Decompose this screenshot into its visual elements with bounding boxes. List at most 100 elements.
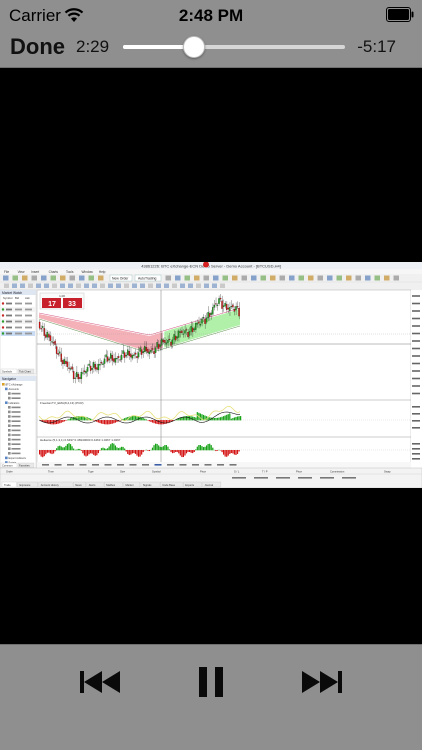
histogram-bar bbox=[162, 446, 164, 451]
next-track-button[interactable] bbox=[300, 663, 344, 703]
candle-body bbox=[164, 340, 166, 343]
toolbar-tool-icon bbox=[308, 275, 314, 281]
histogram-bar bbox=[181, 450, 183, 458]
histogram-bar bbox=[111, 443, 113, 451]
navigator-item-label: Indicators bbox=[9, 402, 21, 405]
remaining-time: -5:17 bbox=[357, 37, 396, 56]
indicator-bar bbox=[164, 420, 166, 425]
candle-body bbox=[99, 364, 101, 366]
indicator-1-label: FreedomTV_EMA(8,2,13) (PCR) bbox=[40, 401, 84, 405]
market-watch-row-icon bbox=[1, 314, 5, 317]
market-watch-row-icon bbox=[1, 308, 5, 311]
terminal-tab-label: News bbox=[75, 483, 82, 487]
platform-menu-item: Charts bbox=[49, 270, 59, 274]
done-button[interactable]: Done bbox=[10, 34, 65, 60]
pause-button[interactable] bbox=[197, 663, 225, 703]
histogram-bar bbox=[170, 450, 172, 453]
playback-scrubber[interactable] bbox=[123, 36, 345, 58]
histogram-bar bbox=[120, 446, 123, 451]
histogram-bar bbox=[124, 448, 126, 451]
market-watch-bid bbox=[15, 308, 22, 311]
candle-body bbox=[199, 324, 202, 326]
candle-body bbox=[77, 373, 79, 380]
candle-body bbox=[145, 347, 148, 352]
indicator-bar bbox=[105, 420, 107, 425]
terminal-column-header: Size bbox=[120, 470, 126, 474]
candle-body bbox=[225, 303, 228, 310]
toolbar-tool-icon bbox=[346, 275, 352, 281]
indicator-bar bbox=[100, 420, 103, 424]
buy-price: 33 bbox=[68, 301, 76, 308]
toolbar-tool-icon bbox=[164, 283, 169, 288]
previous-track-button[interactable] bbox=[78, 663, 122, 703]
histogram-bar bbox=[145, 449, 147, 451]
histogram-bar bbox=[159, 446, 161, 451]
navigator-item-label: Accounts bbox=[9, 388, 20, 391]
scrubber-thumb[interactable] bbox=[183, 36, 206, 58]
indicator-bar bbox=[229, 413, 231, 421]
toolbar-tool-icon bbox=[156, 283, 161, 288]
navigator-item-icon bbox=[5, 387, 8, 391]
indicator-bar bbox=[240, 416, 242, 421]
market-watch-ask bbox=[25, 332, 32, 335]
price-axis-tick bbox=[412, 377, 420, 380]
histogram-bar bbox=[207, 443, 209, 451]
histogram-bar bbox=[102, 447, 104, 451]
price-axis-tick bbox=[412, 340, 420, 342]
time-axis-tick bbox=[117, 464, 124, 466]
trading-platform-screen: 43861226: BTC eXchange-ECN Demo Server -… bbox=[0, 262, 422, 488]
candle-body bbox=[68, 367, 70, 369]
candle-body bbox=[179, 331, 182, 333]
price-axis-tick bbox=[412, 458, 420, 460]
candle-body bbox=[71, 366, 73, 370]
candle-body bbox=[130, 353, 132, 358]
candle-body bbox=[94, 364, 96, 370]
histogram-bar bbox=[136, 450, 138, 456]
terminal-tab-label: Trade bbox=[4, 483, 11, 487]
navigator-item-label bbox=[11, 392, 21, 395]
histogram-bar bbox=[128, 450, 130, 456]
candle-body bbox=[213, 304, 216, 308]
candle-body bbox=[122, 350, 124, 354]
candle-body bbox=[100, 362, 103, 364]
market-watch-symbol bbox=[6, 302, 12, 305]
histogram-bar bbox=[39, 450, 41, 455]
terminal-column-header: S / L bbox=[234, 470, 240, 474]
terminal-tab-label: Exposure bbox=[20, 483, 32, 487]
candle-body bbox=[150, 349, 152, 352]
toolbar-tool-icon bbox=[251, 275, 257, 281]
indicator-bar bbox=[151, 420, 154, 423]
price-axis-tick bbox=[412, 385, 420, 387]
candle-body bbox=[125, 354, 127, 357]
terminal-balance-value bbox=[298, 477, 312, 479]
candle-body bbox=[216, 304, 219, 306]
candle-body bbox=[204, 318, 206, 324]
histogram-bar bbox=[226, 450, 228, 457]
histogram-bar bbox=[71, 446, 73, 451]
indicator-bar bbox=[219, 417, 222, 421]
candle-body bbox=[93, 362, 95, 368]
market-watch-bid bbox=[15, 326, 22, 329]
histogram-bar bbox=[74, 449, 76, 451]
histogram-bar bbox=[48, 450, 50, 453]
candle-body bbox=[133, 354, 135, 356]
platform-menu-item: Window bbox=[82, 270, 94, 274]
candle-body bbox=[207, 312, 209, 319]
histogram-bar bbox=[130, 450, 132, 455]
toolbar-tool-icon bbox=[41, 275, 47, 281]
candle-body bbox=[188, 331, 191, 336]
terminal-column-header: T / P bbox=[262, 470, 268, 474]
candle-body bbox=[40, 328, 42, 330]
candle-body bbox=[222, 305, 225, 307]
time-axis-tick bbox=[154, 464, 162, 466]
candle-body bbox=[134, 352, 137, 355]
video-frame[interactable]: 43861226: BTC eXchange-ECN Demo Server -… bbox=[0, 262, 422, 488]
toolbar-tool-icon bbox=[298, 275, 304, 281]
market-watch-title: Market Watch bbox=[2, 291, 22, 295]
indicator-bar bbox=[134, 416, 137, 421]
toolbar-tool-icon bbox=[68, 283, 73, 288]
histogram-bar bbox=[94, 450, 96, 456]
candle-body bbox=[137, 352, 140, 358]
indicator-bar bbox=[226, 414, 228, 421]
platform-menu-item: File bbox=[4, 270, 9, 274]
